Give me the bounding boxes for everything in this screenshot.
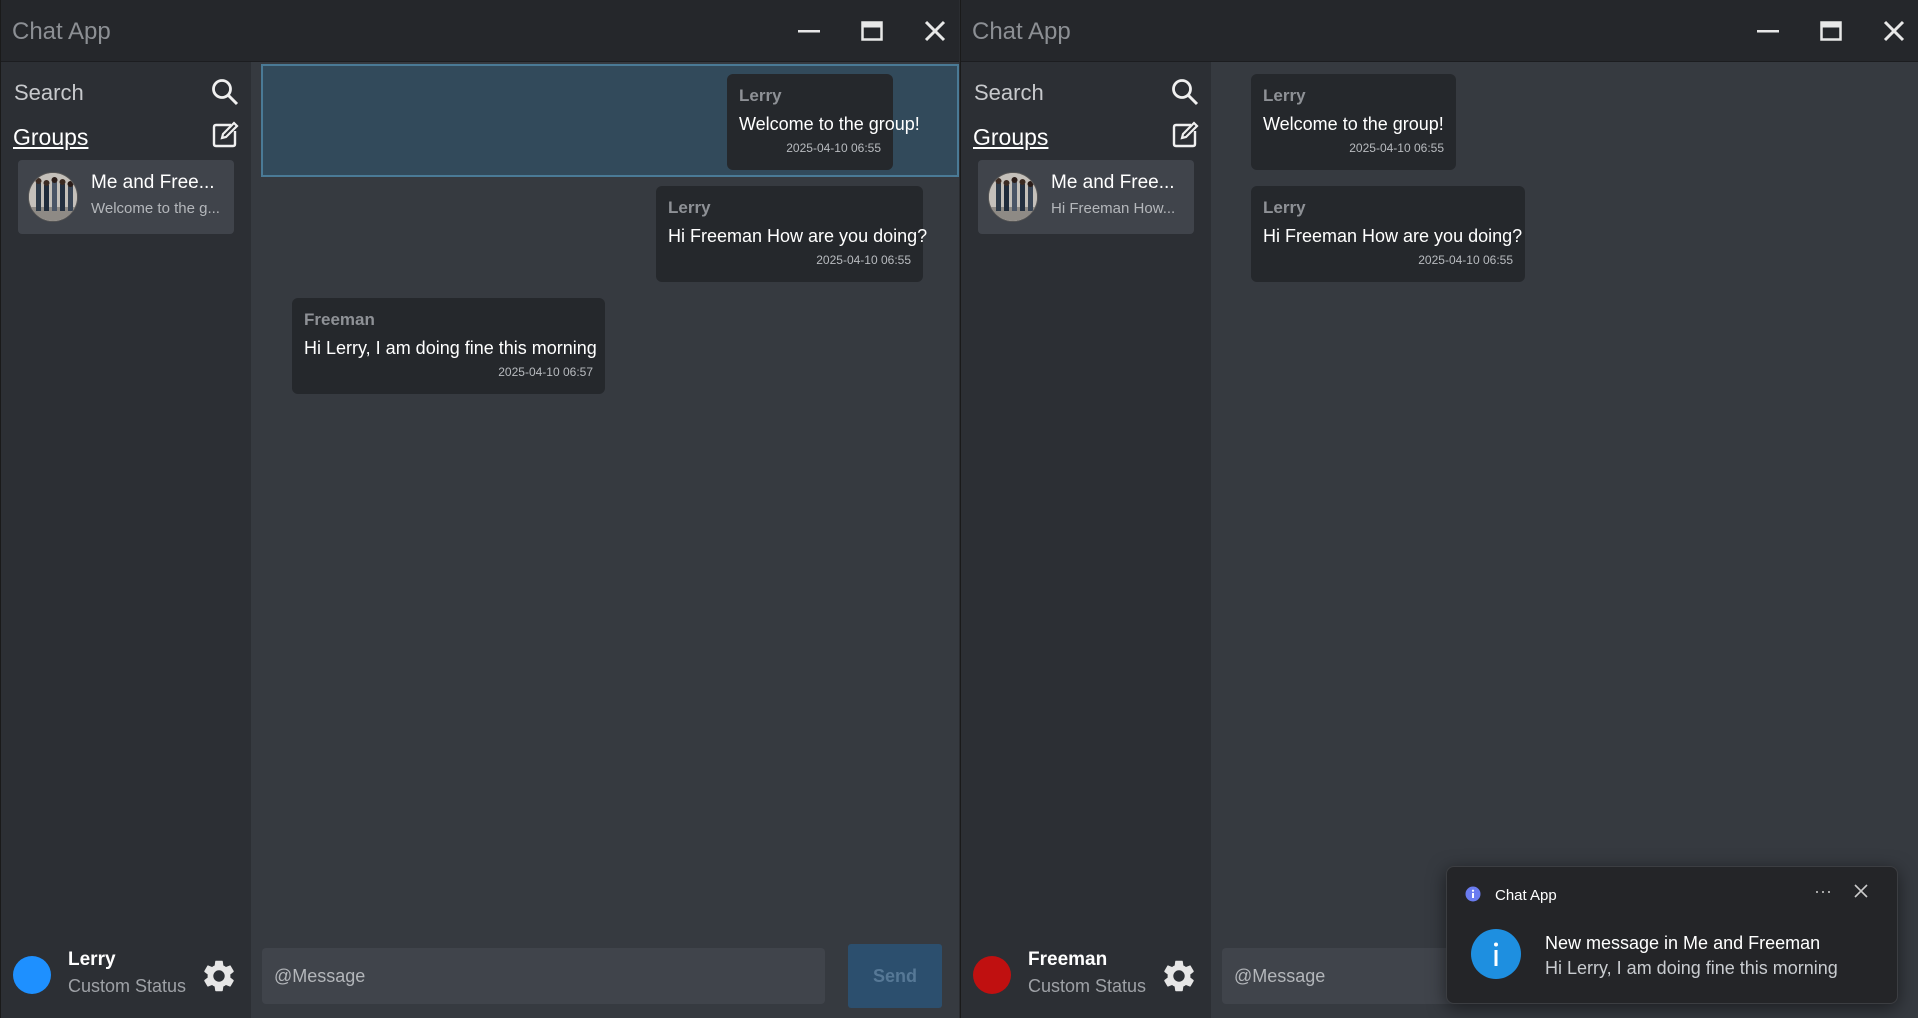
- groups-link[interactable]: Groups: [13, 124, 88, 151]
- notification-toast[interactable]: Chat App ··· New message in Me and Freem…: [1446, 866, 1898, 1004]
- message-input[interactable]: [262, 948, 825, 1004]
- message-text: Welcome to the group!: [1263, 114, 1444, 134]
- group-item-me-and-freeman[interactable]: Me and Free... Welcome to the g...: [18, 160, 234, 234]
- search-label: Search: [974, 80, 1044, 105]
- maximize-icon: [1820, 21, 1842, 41]
- message-text: Hi Freeman How are you doing?: [1263, 226, 1523, 246]
- minimize-button[interactable]: [1748, 12, 1788, 50]
- message-sender: Lerry: [1263, 86, 1306, 105]
- message-timestamp: 2025-04-10 06:55: [786, 141, 881, 155]
- user-custom-status[interactable]: Custom Status: [1028, 976, 1146, 997]
- message-bubble[interactable]: Freeman Hi Lerry, I am doing fine this m…: [292, 298, 605, 394]
- groups-link[interactable]: Groups: [973, 124, 1048, 151]
- gear-icon[interactable]: [200, 957, 238, 995]
- message-timestamp: 2025-04-10 06:57: [498, 365, 593, 379]
- composer: Send: [251, 934, 959, 1018]
- message-text: Hi Freeman How are you doing?: [668, 226, 928, 246]
- notification-info-icon: [1471, 929, 1521, 979]
- user-status-indicator: [973, 956, 1011, 994]
- edit-icon[interactable]: [1171, 121, 1199, 149]
- minimize-button[interactable]: [789, 12, 829, 50]
- sidebar: Search Groups Me and Free... Welcome to …: [1, 62, 251, 934]
- search-bar[interactable]: Search: [974, 76, 1199, 112]
- message-bubble[interactable]: Lerry Welcome to the group! 2025-04-10 0…: [1251, 74, 1456, 170]
- maximize-button[interactable]: [852, 12, 892, 50]
- chat-window-lerry: Chat App Search Groups Me and Free... We…: [0, 0, 959, 1018]
- send-button[interactable]: Send: [848, 944, 942, 1008]
- close-button[interactable]: [915, 12, 955, 50]
- user-custom-status[interactable]: Custom Status: [68, 976, 186, 997]
- group-avatar: [28, 172, 78, 222]
- user-name: Lerry: [68, 949, 116, 970]
- message-timestamp: 2025-04-10 06:55: [1349, 141, 1444, 155]
- close-button[interactable]: [1874, 12, 1914, 50]
- minimize-icon: [1757, 30, 1779, 33]
- group-last-message: Hi Freeman How...: [1051, 200, 1176, 217]
- group-name: Me and Free...: [1051, 172, 1175, 193]
- close-icon[interactable]: [1853, 883, 1869, 899]
- notification-app-name: Chat App: [1495, 887, 1557, 904]
- message-sender: Lerry: [668, 198, 711, 217]
- close-icon: [924, 20, 946, 42]
- message-area: Lerry Welcome to the group! 2025-04-10 0…: [251, 62, 959, 934]
- message-timestamp: 2025-04-10 06:55: [1418, 253, 1513, 267]
- message-timestamp: 2025-04-10 06:55: [816, 253, 911, 267]
- search-label: Search: [14, 80, 84, 105]
- user-panel: Freeman Custom Status: [961, 934, 1211, 1018]
- groups-header: Groups: [13, 120, 239, 156]
- more-options-button[interactable]: ···: [1809, 881, 1837, 905]
- search-bar[interactable]: Search: [14, 76, 239, 112]
- title-bar[interactable]: Chat App: [1, 0, 959, 62]
- maximize-icon: [861, 21, 883, 41]
- message-area: Lerry Welcome to the group! 2025-04-10 0…: [1211, 62, 1918, 934]
- notification-title: New message in Me and Freeman: [1545, 933, 1821, 953]
- group-last-message: Welcome to the g...: [91, 200, 220, 217]
- window-title: Chat App: [972, 18, 1071, 45]
- message-sender: Freeman: [304, 310, 375, 329]
- groups-header: Groups: [973, 120, 1199, 156]
- search-icon[interactable]: [211, 78, 239, 106]
- maximize-button[interactable]: [1811, 12, 1851, 50]
- message-sender: Lerry: [739, 86, 782, 105]
- search-icon[interactable]: [1171, 78, 1199, 106]
- info-icon: [1465, 886, 1481, 902]
- edit-icon[interactable]: [211, 121, 239, 149]
- window-title: Chat App: [12, 18, 111, 45]
- message-text: Welcome to the group!: [739, 114, 920, 134]
- message-sender: Lerry: [1263, 198, 1306, 217]
- notification-body: Hi Lerry, I am doing fine this morning: [1545, 958, 1838, 978]
- user-status-indicator: [13, 956, 51, 994]
- title-bar[interactable]: Chat App: [961, 0, 1918, 62]
- gear-icon[interactable]: [1160, 957, 1198, 995]
- message-bubble[interactable]: Lerry Hi Freeman How are you doing? 2025…: [656, 186, 928, 282]
- group-avatar: [988, 172, 1038, 222]
- group-name: Me and Free...: [91, 172, 215, 193]
- user-name: Freeman: [1028, 949, 1108, 970]
- message-bubble[interactable]: Lerry Hi Freeman How are you doing? 2025…: [1251, 186, 1525, 282]
- group-item-me-and-freeman[interactable]: Me and Free... Hi Freeman How...: [978, 160, 1194, 234]
- close-icon: [1883, 20, 1905, 42]
- user-panel: Lerry Custom Status: [1, 934, 251, 1018]
- message-bubble[interactable]: Lerry Welcome to the group! 2025-04-10 0…: [727, 74, 920, 170]
- minimize-icon: [798, 30, 820, 33]
- message-text: Hi Lerry, I am doing fine this morning: [304, 338, 597, 358]
- sidebar: Search Groups Me and Free... Hi Freeman …: [961, 62, 1211, 934]
